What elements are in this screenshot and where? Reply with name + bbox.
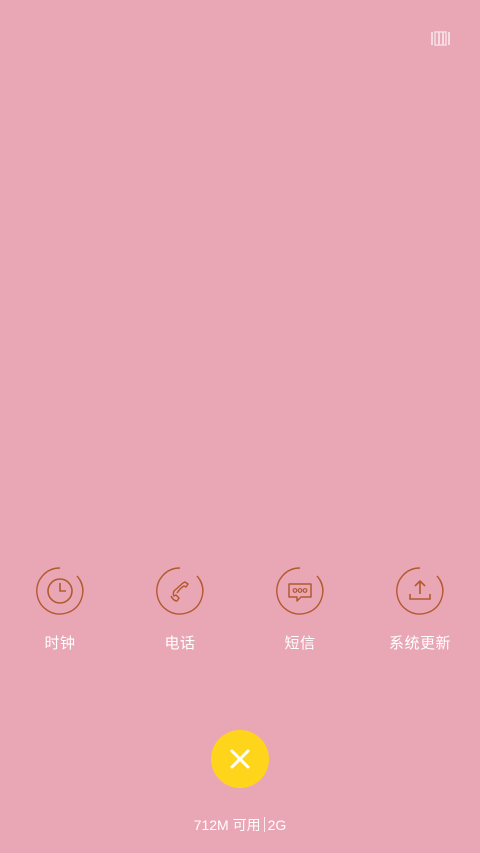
list-view-icon[interactable] xyxy=(431,31,451,46)
divider xyxy=(263,817,265,832)
upload-icon xyxy=(395,566,445,616)
close-icon xyxy=(230,749,250,769)
message-icon xyxy=(275,566,325,616)
app-phone[interactable]: 电话 xyxy=(120,566,240,666)
app-clock[interactable]: 时钟 xyxy=(0,566,120,666)
memory-available: 712M 可用 xyxy=(193,817,261,833)
app-messages[interactable]: 短信 xyxy=(240,566,360,666)
clock-icon xyxy=(35,566,85,616)
app-label: 时钟 xyxy=(44,634,76,652)
app-system-update[interactable]: 系统更新 xyxy=(360,566,480,666)
clear-all-button[interactable] xyxy=(211,730,269,788)
app-label: 短信 xyxy=(284,634,316,652)
app-label: 电话 xyxy=(164,634,196,652)
recent-apps-row: 时钟 电话 短信 系统更新 xyxy=(0,566,480,666)
memory-status: 712M 可用 2G xyxy=(0,815,480,835)
app-label: 系统更新 xyxy=(388,634,451,652)
phone-icon xyxy=(155,566,205,616)
memory-total: 2G xyxy=(267,817,287,833)
